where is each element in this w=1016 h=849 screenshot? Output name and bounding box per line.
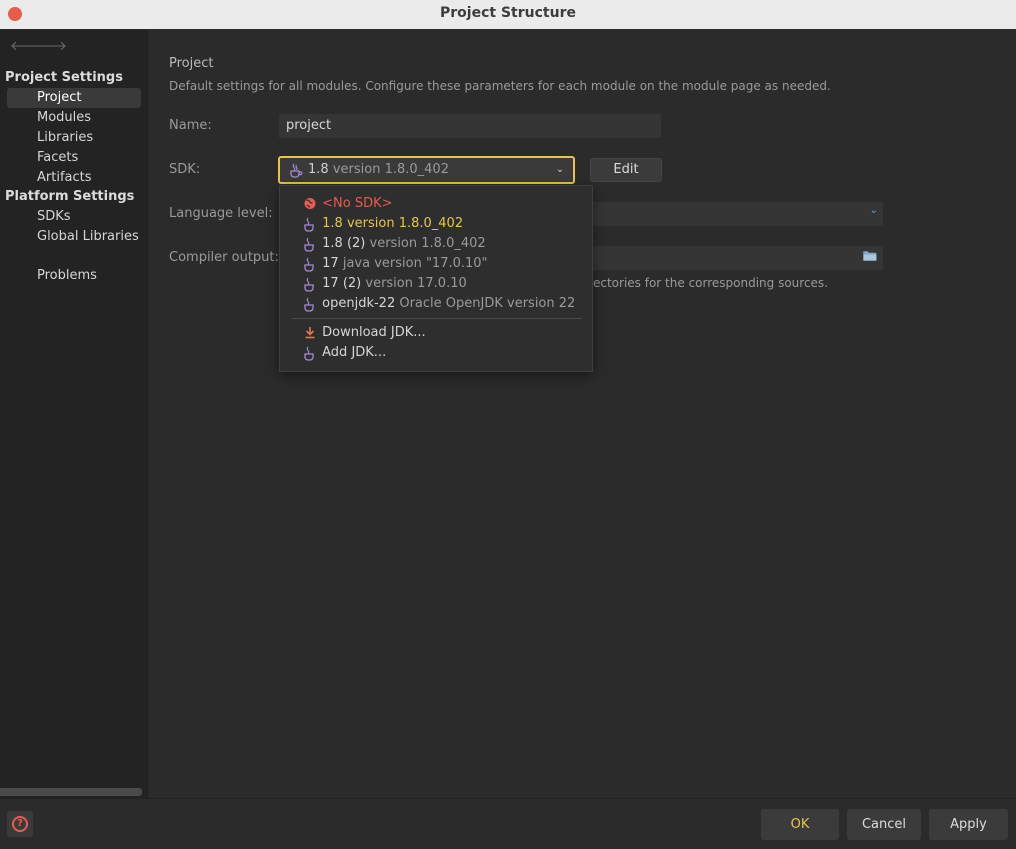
- compiler-output-label: Compiler output:: [169, 250, 279, 265]
- java-cup-icon: [304, 257, 314, 272]
- java-cup-icon: [304, 217, 314, 232]
- section-platform-settings: Platform Settings: [5, 189, 135, 204]
- dropdown-separator: [292, 318, 582, 319]
- download-jdk-option[interactable]: Download JDK...: [302, 324, 426, 342]
- sdk-option-name: 17: [322, 256, 339, 271]
- sidebar-scrollbar[interactable]: [0, 788, 142, 796]
- help-icon: ?: [12, 816, 28, 832]
- java-cup-icon: [304, 297, 314, 312]
- download-icon: [305, 327, 315, 339]
- sdk-option-1-8-2[interactable]: 1.8 (2) version 1.8.0_402: [302, 235, 486, 253]
- page-title: Project: [169, 56, 214, 71]
- language-level-combobox[interactable]: ⌄: [593, 202, 883, 226]
- edit-sdk-button[interactable]: Edit: [590, 158, 662, 182]
- title-bar: Project Structure: [0, 0, 1016, 29]
- sdk-option-1-8[interactable]: 1.8 version 1.8.0_402: [302, 215, 463, 233]
- help-button[interactable]: ?: [7, 811, 33, 837]
- sdk-option-name: 17 (2): [322, 276, 362, 291]
- sdk-option-label: 1.8 version 1.8.0_402: [322, 216, 464, 231]
- name-label: Name:: [169, 118, 212, 133]
- sidebar-item-artifacts[interactable]: Artifacts: [7, 168, 141, 188]
- sdk-option-name: openjdk-22: [322, 296, 396, 311]
- add-jdk-label: Add JDK...: [322, 345, 387, 360]
- page-description: Default settings for all modules. Config…: [169, 79, 831, 93]
- sidebar-item-modules[interactable]: Modules: [7, 108, 141, 128]
- name-field[interactable]: project: [279, 114, 661, 138]
- java-cup-icon: [304, 277, 314, 292]
- apply-button[interactable]: Apply: [929, 809, 1008, 840]
- compiler-output-field[interactable]: [593, 246, 883, 270]
- sdk-option-detail: version 1.8.0_402: [369, 236, 486, 251]
- sidebar-item-global-libraries[interactable]: Global Libraries: [7, 227, 141, 247]
- sdk-option-17[interactable]: 17 java version "17.0.10": [302, 255, 488, 273]
- no-sdk-icon: [304, 198, 316, 209]
- section-project-settings: Project Settings: [5, 70, 123, 85]
- sidebar-item-project[interactable]: Project: [7, 88, 141, 108]
- window-title: Project Structure: [440, 5, 576, 21]
- sdk-option-detail: java version "17.0.10": [342, 256, 488, 271]
- sdk-label: SDK:: [169, 162, 201, 177]
- java-cup-icon: [304, 237, 314, 252]
- back-arrow-icon[interactable]: 🡐: [10, 38, 45, 54]
- chevron-down-icon[interactable]: ⌄: [870, 205, 878, 216]
- sidebar-item-libraries[interactable]: Libraries: [7, 128, 141, 148]
- sdk-option-name: 1.8 (2): [322, 236, 366, 251]
- sidebar-item-problems[interactable]: Problems: [7, 266, 141, 286]
- footer: ? OK Cancel Apply: [0, 798, 1016, 849]
- compiler-output-hint: ectories for the corresponding sources.: [593, 276, 829, 290]
- forward-arrow-icon[interactable]: 🡒: [32, 38, 67, 54]
- cancel-button[interactable]: Cancel: [847, 809, 921, 840]
- sdk-option-openjdk-22[interactable]: openjdk-22 Oracle OpenJDK version 22: [302, 295, 575, 313]
- sdk-dropdown-popup: <No SDK> 1.8 version 1.8.0_402 1.8 (2) v…: [279, 185, 593, 372]
- main-panel: Project Default settings for all modules…: [149, 30, 1016, 798]
- sdk-option-17-2[interactable]: 17 (2) version 17.0.10: [302, 275, 467, 293]
- chevron-down-icon[interactable]: ⌄: [551, 162, 569, 178]
- java-cup-icon: [304, 346, 314, 361]
- ok-button[interactable]: OK: [761, 809, 839, 840]
- sdk-option-label: <No SDK>: [322, 196, 393, 211]
- folder-icon[interactable]: [863, 250, 877, 261]
- add-jdk-option[interactable]: Add JDK...: [302, 344, 386, 362]
- sdk-option-detail: version 17.0.10: [365, 276, 467, 291]
- download-jdk-label: Download JDK...: [322, 325, 426, 340]
- sdk-selected-name: 1.8: [308, 162, 329, 177]
- sidebar: 🡐 🡒 Project Settings Project Modules Lib…: [0, 30, 148, 798]
- sdk-selected-version: version 1.8.0_402: [332, 162, 449, 177]
- sdk-option-detail: Oracle OpenJDK version 22: [399, 296, 576, 311]
- java-cup-icon: [290, 163, 303, 178]
- sidebar-item-facets[interactable]: Facets: [7, 148, 141, 168]
- sdk-combobox[interactable]: 1.8 version 1.8.0_402 ⌄: [278, 156, 575, 184]
- sdk-option-no-sdk[interactable]: <No SDK>: [302, 195, 393, 213]
- nav-arrows: 🡐 🡒: [10, 38, 67, 54]
- sidebar-item-sdks[interactable]: SDKs: [7, 207, 141, 227]
- language-level-label: Language level:: [169, 206, 273, 221]
